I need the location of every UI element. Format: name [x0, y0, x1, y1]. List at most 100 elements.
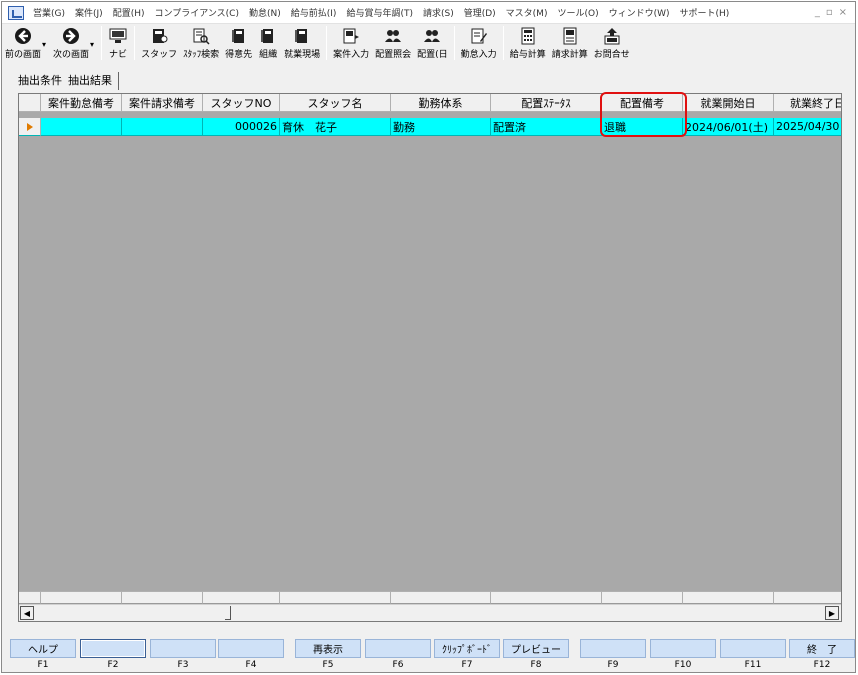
fkey-f6: F6 [365, 639, 431, 673]
fkey-label: F9 [607, 660, 619, 670]
table-row[interactable]: 000026 育休 花子 勤務 配置済 退職 2024/06/01(土) 202… [19, 118, 841, 136]
staff-button[interactable]: スタッフ [138, 26, 180, 62]
case-input-button[interactable]: 案件入力 [330, 26, 372, 62]
menu-compliance[interactable]: コンプライアンス(C) [149, 6, 244, 19]
fkey-f5: 再表示 F5 [295, 639, 361, 673]
horizontal-scrollbar[interactable]: ◀ ▶ [19, 604, 841, 621]
col-header-placement-status[interactable]: 配置ｽﾃｰﾀｽ [491, 94, 602, 112]
col-header-start-date[interactable]: 就業開始日 [683, 94, 774, 112]
fkey-label: F4 [245, 660, 257, 670]
cell-case-billing-note[interactable] [122, 118, 203, 136]
fkey-f2: F2 [80, 639, 146, 673]
menu-attendance[interactable]: 勤怠(N) [244, 6, 286, 19]
function-key-bar: ヘルプ F1 F2 F3 F4 再表示 F5 F6 ｸﾘｯﾌﾟﾎﾞｰﾄﾞ F7 … [10, 639, 855, 673]
cell-staff-no[interactable]: 000026 [203, 118, 280, 136]
grid-corner[interactable] [19, 94, 41, 112]
row-selector[interactable] [19, 118, 41, 136]
tab-strip: 抽出条件 抽出結果 [15, 72, 119, 90]
organization-button[interactable]: 組織 [255, 26, 281, 62]
col-header-end-date[interactable]: 就業終了日 [774, 94, 841, 112]
col-header-case-attendance-note[interactable]: 案件勤怠備考 [41, 94, 122, 112]
contact-button[interactable]: お問合せ [591, 26, 633, 62]
col-header-staff-name[interactable]: スタッフ名 [280, 94, 391, 112]
toolbar-separator [502, 26, 504, 60]
navi-button[interactable]: ナビ [105, 26, 131, 62]
toolbar-separator [134, 26, 136, 60]
f4-button[interactable] [218, 639, 284, 658]
menu-payroll[interactable]: 給与賞与年調(T) [341, 6, 418, 19]
calculator-icon [518, 26, 538, 46]
contact-upload-icon [602, 26, 622, 46]
cell-staff-name[interactable]: 育休 花子 [280, 118, 391, 136]
menu-tools[interactable]: ツール(O) [552, 6, 603, 19]
col-header-staff-no[interactable]: スタッフNO [203, 94, 280, 112]
menu-support[interactable]: サポート(H) [675, 6, 735, 19]
cell-placement-status[interactable]: 配置済 [491, 118, 602, 136]
minimize-button[interactable]: _ [815, 7, 820, 18]
cell-work-system[interactable]: 勤務 [391, 118, 491, 136]
footer-cell [19, 591, 41, 604]
attendance-input-button[interactable]: 勤怠入力 [458, 26, 500, 62]
menu-window[interactable]: ウィンドウ(W) [604, 6, 675, 19]
footer-cell [41, 591, 122, 604]
tab-extraction-results[interactable]: 抽出結果 [65, 72, 119, 90]
col-header-case-billing-note[interactable]: 案件請求備考 [122, 94, 203, 112]
tab-extraction-conditions[interactable]: 抽出条件 [15, 72, 65, 90]
clipboard-button[interactable]: ｸﾘｯﾌﾟﾎﾞｰﾄﾞ [434, 639, 500, 658]
cell-end-date[interactable]: 2025/04/30 [774, 118, 841, 136]
menu-salary-advance[interactable]: 給与前払(I) [286, 6, 342, 19]
placement-day-button[interactable]: 配置(日 [414, 26, 451, 62]
menu-master[interactable]: マスタ(M) [501, 6, 553, 19]
results-grid[interactable]: 案件勤怠備考 案件請求備考 スタッフNO スタッフ名 勤務体系 配置ｽﾃｰﾀｽ … [18, 93, 842, 622]
forward-dropdown-icon[interactable]: ▾ [90, 40, 94, 49]
menu-admin[interactable]: 管理(D) [459, 6, 501, 19]
col-header-work-system[interactable]: 勤務体系 [391, 94, 491, 112]
placement-people-icon [383, 26, 403, 46]
scroll-left-icon[interactable]: ◀ [20, 606, 34, 620]
help-button[interactable]: ヘルプ [10, 639, 76, 658]
staff-search-button[interactable]: ｽﾀｯﾌ検索 [180, 26, 222, 62]
f11-button[interactable] [720, 639, 786, 658]
menu-sales[interactable]: 営業(G) [28, 6, 70, 19]
fkey-f1: ヘルプ F1 [10, 639, 76, 673]
navi-icon [108, 26, 128, 46]
f6-button[interactable] [365, 639, 431, 658]
cell-start-date[interactable]: 2024/06/01(土) [683, 118, 774, 136]
forward-button[interactable]: 次の画面 [50, 26, 92, 62]
f10-button[interactable] [650, 639, 716, 658]
close-button[interactable]: × [839, 7, 847, 18]
grid-footer-row [19, 591, 841, 604]
back-dropdown-icon[interactable]: ▾ [42, 40, 46, 49]
menu-billing[interactable]: 請求(S) [418, 6, 459, 19]
payroll-calc-button[interactable]: 給与計算 [507, 26, 549, 62]
footer-cell [683, 591, 774, 604]
preview-button[interactable]: プレビュー [503, 639, 569, 658]
menu-placement[interactable]: 配置(H) [108, 6, 150, 19]
main-window: 営業(G) 案件(J) 配置(H) コンプライアンス(C) 勤怠(N) 給与前払… [1, 1, 856, 673]
fkey-f4: F4 [218, 639, 284, 673]
current-row-icon [26, 122, 33, 131]
scroll-right-icon[interactable]: ▶ [825, 606, 839, 620]
cell-case-attendance-note[interactable] [41, 118, 122, 136]
back-button[interactable]: 前の画面 [2, 26, 44, 62]
fkey-f11: F11 [720, 639, 786, 673]
f2-button[interactable] [80, 639, 146, 658]
refresh-button[interactable]: 再表示 [295, 639, 361, 658]
scroll-thumb[interactable] [225, 606, 231, 620]
toolbar-separator [326, 26, 328, 60]
client-button[interactable]: 得意先 [222, 26, 255, 62]
exit-button[interactable]: 終 了 [789, 639, 855, 658]
cell-placement-note[interactable]: 退職 [602, 118, 683, 136]
f3-button[interactable] [150, 639, 216, 658]
billing-calc-button[interactable]: 請求計算 [549, 26, 591, 62]
fkey-label: F3 [177, 660, 189, 670]
placement-query-button[interactable]: 配置照会 [372, 26, 414, 62]
restore-button[interactable]: ▫ [826, 7, 833, 18]
fkey-f12: 終 了 F12 [789, 639, 855, 673]
menu-case[interactable]: 案件(J) [70, 6, 108, 19]
client-book-icon [229, 26, 249, 46]
col-header-placement-note[interactable]: 配置備考 [602, 94, 683, 112]
app-icon[interactable] [8, 5, 24, 20]
f9-button[interactable] [580, 639, 646, 658]
worksite-button[interactable]: 就業現場 [281, 26, 323, 62]
